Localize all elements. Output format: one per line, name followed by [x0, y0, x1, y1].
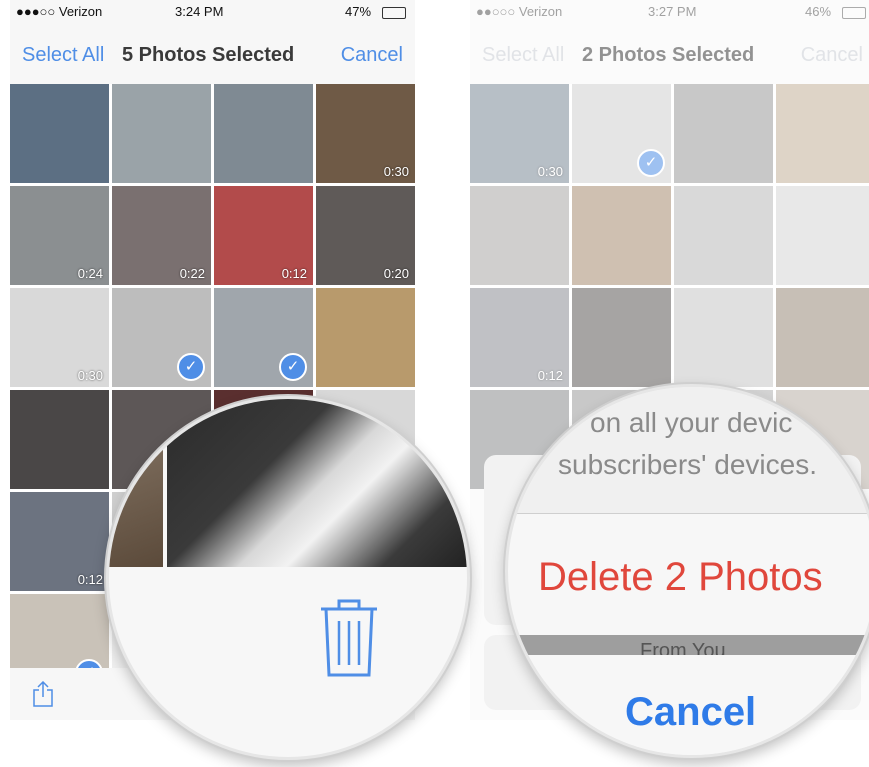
photo-thumbnail[interactable]	[112, 84, 211, 183]
video-duration-label: 0:12	[281, 266, 307, 281]
photo-thumbnail[interactable]: 0:12	[10, 492, 109, 591]
photo-thumbnail[interactable]: ✓	[214, 288, 313, 387]
share-icon[interactable]	[32, 681, 54, 707]
photo-thumbnail[interactable]	[316, 288, 415, 387]
separator-band: From You	[508, 635, 869, 655]
alert-message-line: subscribers' devices.	[558, 449, 817, 480]
checkmark-icon: ✓	[177, 353, 205, 381]
photo-thumbnail[interactable]: 0:20	[316, 186, 415, 285]
cancel-action-button[interactable]: Cancel	[625, 690, 756, 735]
battery-icon	[382, 7, 406, 19]
photo-thumbnail[interactable]	[10, 84, 109, 183]
divider	[508, 513, 869, 514]
photo-thumbnail[interactable]: 0:30	[10, 288, 109, 387]
battery-percent: 47%	[345, 4, 372, 19]
video-duration-label: 0:22	[179, 266, 205, 281]
video-duration-label: 0:30	[383, 164, 409, 179]
delete-photos-button[interactable]: Delete 2 Photos	[538, 555, 823, 600]
video-duration-label: 0:30	[77, 368, 103, 383]
photo-thumbnail[interactable]: 0:24	[10, 186, 109, 285]
photo-thumbnail[interactable]	[10, 390, 109, 489]
select-all-button[interactable]: Select All	[22, 44, 104, 67]
selection-title: 5 Photos Selected	[122, 44, 295, 66]
video-duration-label: 0:12	[77, 572, 103, 587]
photo-thumbnail[interactable]: ✓	[112, 288, 211, 387]
hidden-option-label: From You	[640, 640, 726, 655]
magnifier-right: on all your devic subscribers' devices. …	[505, 384, 869, 758]
trash-icon[interactable]	[317, 597, 381, 679]
video-duration-label: 0:24	[77, 266, 103, 281]
photo-thumbnail	[109, 399, 163, 567]
photo-thumbnail[interactable]	[214, 84, 313, 183]
photo-thumbnail	[167, 399, 467, 567]
photo-thumbnail[interactable]: 0:12	[214, 186, 313, 285]
nav-bar: Select All 5 Photos Selected Cancel	[10, 22, 415, 84]
cancel-button[interactable]: Cancel	[341, 44, 403, 67]
magnifier-left	[106, 396, 470, 760]
status-time: 3:24 PM	[175, 4, 224, 19]
photo-thumbnail[interactable]: 0:30	[316, 84, 415, 183]
alert-message-line: on all your devic	[590, 407, 793, 438]
carrier-label: ●●●○○ Verizon	[16, 4, 103, 19]
photo-thumbnail[interactable]: 0:22	[112, 186, 211, 285]
checkmark-icon: ✓	[279, 353, 307, 381]
status-bar: ●●●○○ Verizon 3:24 PM 47%	[10, 0, 415, 22]
video-duration-label: 0:20	[383, 266, 409, 281]
